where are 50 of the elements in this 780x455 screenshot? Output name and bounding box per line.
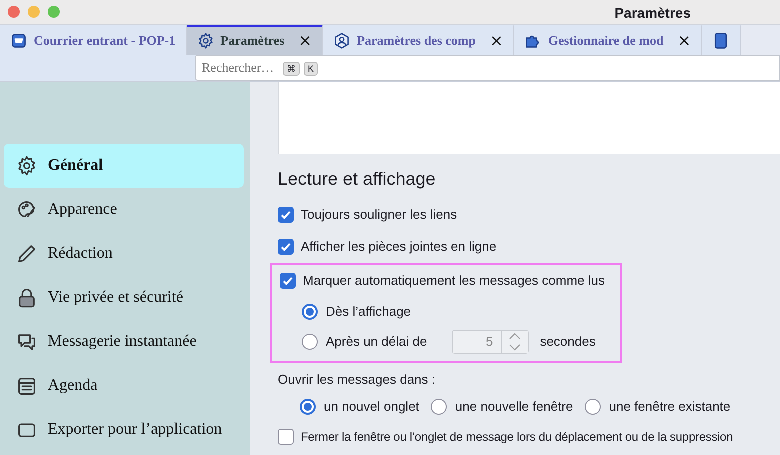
account-icon — [333, 32, 352, 50]
window-title: Paramètres — [614, 4, 691, 23]
sidebar-item[interactable]: Rédaction — [4, 232, 244, 276]
sidebar-item[interactable]: Messagerie instantanée — [4, 320, 244, 364]
sidebar-item[interactable]: Agenda — [4, 364, 244, 408]
close-tab-button[interactable]: × — [490, 29, 504, 53]
option-label: Après un délai de — [326, 333, 428, 352]
gear-icon — [196, 32, 215, 50]
check-icon — [280, 209, 292, 221]
tab[interactable]: Paramètres × — [186, 25, 324, 55]
shortcut-key: K — [304, 62, 318, 76]
tab[interactable]: Courrier entrant - POP-1 — [0, 25, 187, 55]
unit-label: secondes — [540, 333, 596, 352]
lock-icon — [16, 287, 38, 309]
option-label: un nouvel onglet — [324, 398, 420, 416]
checkbox[interactable] — [280, 273, 296, 289]
radio-button[interactable] — [431, 399, 448, 415]
zoom-window-button[interactable] — [48, 6, 60, 18]
tab[interactable]: Paramètres des comp × — [323, 25, 514, 55]
inbox-icon — [10, 32, 28, 50]
option-label: une fenêtre existante — [609, 398, 731, 416]
close-window-button[interactable] — [8, 6, 20, 18]
sidebar-item[interactable]: Apparence — [4, 188, 244, 232]
shortcut-key: ⌘ — [283, 62, 300, 76]
tab[interactable]: Gestionnaire de mod × — [514, 25, 702, 55]
radio-button[interactable] — [585, 399, 602, 415]
option-label: Marquer automatiquement les messages comme lus — [303, 272, 606, 290]
option-label: Dès l’affichage — [326, 303, 412, 322]
calendar-icon — [16, 375, 38, 397]
check-icon — [280, 241, 292, 253]
radio-button[interactable] — [302, 304, 318, 320]
gear-icon — [16, 155, 38, 177]
close-tab-button[interactable]: × — [298, 29, 312, 53]
radio-button[interactable] — [300, 399, 316, 415]
option-label: une nouvelle fenêtre — [455, 398, 574, 416]
checkbox[interactable] — [278, 239, 294, 255]
option-label: Afficher les pièces jointes en ligne — [301, 238, 497, 256]
check-icon — [282, 275, 294, 287]
option-label: Fermer la fenêtre ou l’onglet de message lors du déplacement ou de la suppression — [301, 429, 734, 446]
checkbox[interactable] — [278, 207, 294, 223]
sidebar-item[interactable]: Vie privée et sécurité — [4, 276, 244, 320]
section-title: Lecture et affichage — [278, 168, 437, 191]
checkbox[interactable] — [278, 429, 294, 445]
option-label: Toujours souligner les liens — [301, 206, 458, 224]
pencil-icon — [16, 243, 38, 265]
close-tab-button[interactable]: × — [678, 29, 692, 53]
sidebar-item[interactable]: Général — [4, 144, 244, 188]
tab[interactable] — [702, 25, 742, 55]
sidebar-item[interactable]: Exporter pour l’application — [4, 408, 244, 452]
option-label: Ouvrir les messages dans : — [278, 371, 437, 390]
